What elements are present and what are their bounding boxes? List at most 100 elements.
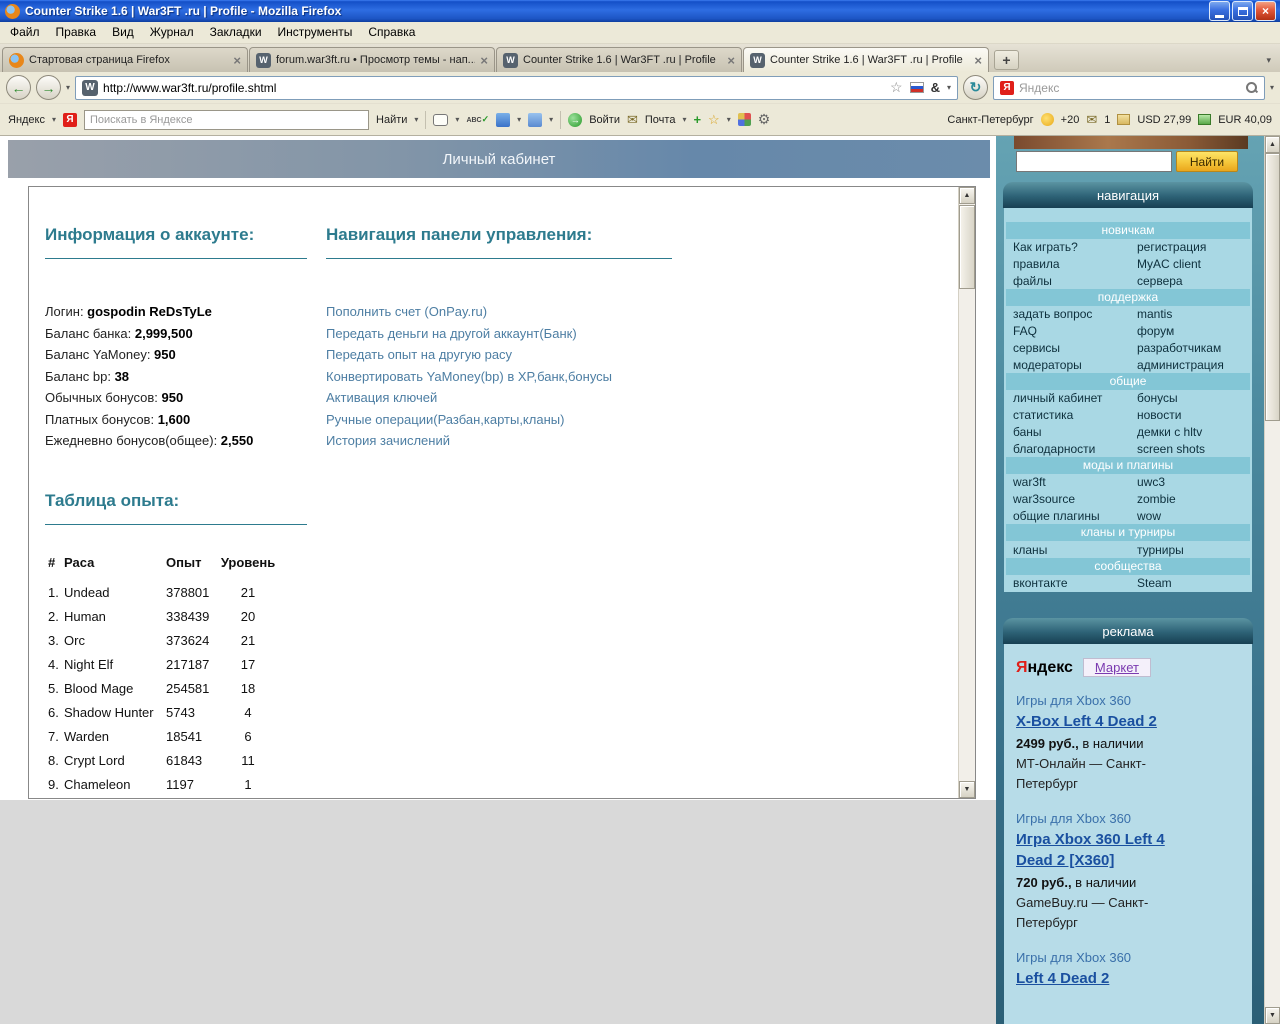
city-label[interactable]: Санкт-Петербург	[947, 114, 1033, 126]
tab-close-icon[interactable]: ×	[974, 54, 982, 67]
market-tab[interactable]: Маркет	[1083, 658, 1151, 677]
reload-button[interactable]: ↻	[963, 75, 988, 100]
sidebar-nav-link[interactable]: Как играть?	[1004, 240, 1128, 254]
new-tab-button[interactable]: +	[994, 50, 1019, 70]
tab-list-button[interactable]: ▾	[1259, 55, 1278, 66]
url-bar[interactable]: http://www.war3ft.ru/profile.shtml ☆ & ▾	[75, 76, 958, 100]
panel-link[interactable]: Передать опыт на другую расу	[326, 344, 612, 366]
sidebar-nav-link[interactable]: задать вопрос	[1004, 307, 1128, 321]
menu-item[interactable]: Правка	[48, 22, 105, 43]
ad-category-link[interactable]: Игры для Xbox 360	[1016, 948, 1178, 968]
settings-gear-icon[interactable]: ⚙	[758, 111, 771, 128]
forward-button[interactable]: →	[36, 75, 61, 100]
usd-rate[interactable]: USD 27,99	[1137, 114, 1191, 126]
scroll-up-button[interactable]: ▲	[959, 187, 975, 204]
scrollbar-thumb[interactable]	[959, 205, 975, 289]
sidebar-nav-link[interactable]: war3source	[1004, 492, 1128, 506]
sidebar-nav-link[interactable]: разработчикам	[1128, 341, 1252, 355]
tab-close-icon[interactable]: ×	[727, 54, 735, 67]
close-button[interactable]: ×	[1255, 1, 1276, 21]
language-flag-icon[interactable]	[910, 82, 924, 93]
yandex-find-button[interactable]: Найти	[376, 114, 407, 126]
ad-category-link[interactable]: Игры для Xbox 360	[1016, 691, 1178, 711]
sidebar-nav-link[interactable]: благодарности	[1004, 442, 1128, 456]
back-button[interactable]: ←	[6, 75, 31, 100]
spellcheck-icon[interactable]	[466, 114, 489, 125]
ad-category-link[interactable]: Игры для Xbox 360	[1016, 809, 1178, 829]
menu-item[interactable]: Файл	[2, 22, 48, 43]
yandex-brand-dropdown-icon[interactable]: ▾	[52, 115, 56, 124]
panel-link[interactable]: Ручные операции(Разбан,карты,кланы)	[326, 409, 612, 431]
history-dropdown-icon[interactable]: ▾	[66, 83, 70, 92]
sidebar-nav-link[interactable]: правила	[1004, 257, 1128, 271]
translate-dropdown-icon[interactable]: ▾	[517, 115, 521, 124]
urlbar-dropdown-icon[interactable]: ▾	[947, 83, 951, 92]
window-scrollbar[interactable]: ▲ ▼	[1264, 136, 1280, 1024]
menu-item[interactable]: Журнал	[142, 22, 202, 43]
mail-button[interactable]: Почта	[645, 114, 676, 126]
search-engine-dropdown-icon[interactable]: ▾	[1270, 83, 1274, 92]
panel-link[interactable]: История зачислений	[326, 430, 612, 452]
mail-dropdown-icon[interactable]: ▾	[682, 115, 686, 124]
sidebar-nav-link[interactable]: форум	[1128, 324, 1252, 338]
sidebar-nav-link[interactable]: файлы	[1004, 274, 1128, 288]
sidebar-nav-link[interactable]: бонусы	[1128, 391, 1252, 405]
chat-bubble-icon[interactable]	[433, 114, 448, 126]
login-icon[interactable]: →	[568, 113, 582, 127]
window-scroll-down-button[interactable]: ▼	[1265, 1007, 1280, 1024]
content-scrollbar[interactable]: ▲ ▼	[958, 187, 975, 798]
browser-tab[interactable]: Counter Strike 1.6 | War3FT .ru | Profil…	[496, 47, 742, 72]
site-search-button[interactable]: Найти	[1176, 151, 1238, 172]
sidebar-nav-link[interactable]: FAQ	[1004, 324, 1128, 338]
sidebar-nav-link[interactable]: новости	[1128, 408, 1252, 422]
sidebar-nav-link[interactable]: zombie	[1128, 492, 1252, 506]
panel-link[interactable]: Активация ключей	[326, 387, 612, 409]
sidebar-nav-link[interactable]: регистрация	[1128, 240, 1252, 254]
sidebar-nav-link[interactable]: war3ft	[1004, 475, 1128, 489]
yandex-brand-label[interactable]: Яндекс	[8, 114, 45, 126]
scroll-down-button[interactable]: ▼	[959, 781, 975, 798]
sidebar-nav-link[interactable]: uwc3	[1128, 475, 1252, 489]
ad-title-link[interactable]: Игра Xbox 360 Left 4 Dead 2 [X360]	[1016, 829, 1178, 871]
panel-link[interactable]: Пополнить счет (OnPay.ru)	[326, 301, 612, 323]
tab-close-icon[interactable]: ×	[233, 54, 241, 67]
maximize-button[interactable]	[1232, 1, 1253, 21]
keyboard-dropdown-icon[interactable]: ▾	[549, 115, 553, 124]
search-icon[interactable]	[1246, 82, 1258, 94]
browser-tab[interactable]: forum.war3ft.ru • Просмотр темы - нап...…	[249, 47, 495, 72]
yandex-search-input[interactable]: Поискать в Яндексе	[84, 110, 369, 130]
translate-icon[interactable]	[496, 113, 510, 127]
minimize-button[interactable]	[1209, 1, 1230, 21]
sidebar-nav-link[interactable]: статистика	[1004, 408, 1128, 422]
apps-grid-icon[interactable]	[738, 113, 751, 126]
sidebar-nav-link[interactable]: сервисы	[1004, 341, 1128, 355]
browser-search-placeholder[interactable]: Яндекс	[1019, 81, 1241, 95]
sidebar-nav-link[interactable]: баны	[1004, 425, 1128, 439]
sidebar-nav-link[interactable]: турниры	[1128, 543, 1252, 557]
window-scrollbar-thumb[interactable]	[1265, 153, 1280, 421]
ad-title-link[interactable]: X-Box Left 4 Dead 2	[1016, 711, 1178, 732]
browser-search-box[interactable]: Яндекс	[993, 76, 1265, 100]
chat-dropdown-icon[interactable]: ▾	[455, 115, 459, 124]
panel-link[interactable]: Конвертировать YaMoney(bp) в XP,банк,бон…	[326, 366, 612, 388]
favorites-star-icon[interactable]: ☆	[708, 112, 720, 128]
menu-item[interactable]: Инструменты	[270, 22, 361, 43]
sidebar-nav-link[interactable]: screen shots	[1128, 442, 1252, 456]
mail-count[interactable]: 1	[1104, 114, 1110, 126]
window-scroll-up-button[interactable]: ▲	[1265, 136, 1280, 153]
sidebar-nav-link[interactable]: вконтакте	[1004, 576, 1128, 590]
sidebar-nav-link[interactable]: mantis	[1128, 307, 1252, 321]
add-widget-icon[interactable]: +	[693, 112, 701, 127]
menu-item[interactable]: Вид	[104, 22, 142, 43]
ad-title-link[interactable]: Left 4 Dead 2	[1016, 968, 1178, 989]
sidebar-nav-link[interactable]: сервера	[1128, 274, 1252, 288]
mail-count-icon[interactable]: ✉	[1086, 112, 1097, 128]
menu-item[interactable]: Справка	[360, 22, 423, 43]
sidebar-nav-link[interactable]: администрация	[1128, 358, 1252, 372]
favorites-dropdown-icon[interactable]: ▾	[727, 115, 731, 124]
extension-ampersand-icon[interactable]: &	[931, 80, 940, 95]
url-text[interactable]: http://www.war3ft.ru/profile.shtml	[103, 81, 885, 95]
keyboard-icon[interactable]	[528, 113, 542, 127]
browser-tab[interactable]: Counter Strike 1.6 | War3FT .ru | Profil…	[743, 47, 989, 72]
sidebar-nav-link[interactable]: модераторы	[1004, 358, 1128, 372]
